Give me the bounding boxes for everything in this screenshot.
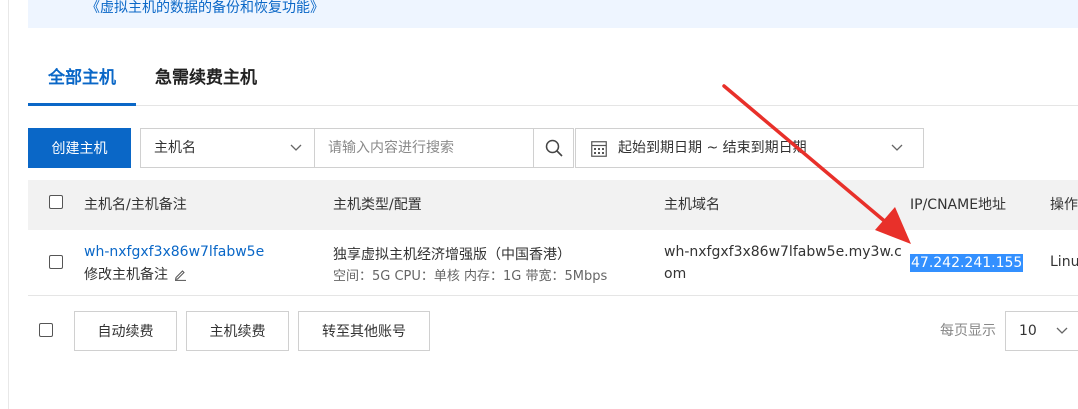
chevron-down-icon <box>290 144 302 151</box>
search-input[interactable] <box>314 128 534 168</box>
search-icon <box>545 139 563 157</box>
edit-remark-label: 修改主机备注 <box>84 267 168 283</box>
tab-bar: 全部主机 急需续费主机 <box>28 58 1078 106</box>
notice-link[interactable]: 《虚拟主机的数据的备份和恢复功能》 <box>86 0 324 16</box>
auto-renew-button[interactable]: 自动续费 <box>74 311 177 351</box>
host-name-link[interactable]: wh-nxfgxf3x86w7lfabw5e <box>84 244 264 260</box>
per-page-label: 每页显示 <box>940 323 996 339</box>
create-host-button[interactable]: 创建主机 <box>28 128 131 168</box>
chevron-down-icon <box>1056 327 1068 334</box>
tab-urgent-renewal[interactable]: 急需续费主机 <box>155 58 257 106</box>
header-actions: 操作 <box>1050 197 1078 213</box>
transfer-account-button[interactable]: 转至其他账号 <box>298 311 430 351</box>
table-header: 主机名/主机备注 主机类型/配置 主机域名 IP/CNAME地址 操作 <box>28 180 1078 230</box>
tab-all-hosts[interactable]: 全部主机 <box>28 58 136 106</box>
search-button[interactable] <box>533 128 574 168</box>
date-range-value: 起始到期日期 ~ 结束到期日期 <box>618 140 807 156</box>
header-host-type: 主机类型/配置 <box>333 197 422 213</box>
edit-icon <box>174 270 186 281</box>
filter-field-value: 主机名 <box>154 140 196 156</box>
filter-field-select[interactable]: 主机名 <box>140 128 315 168</box>
per-page-select[interactable]: 10 <box>1005 311 1078 351</box>
left-divider <box>8 0 9 409</box>
footer-select-all-checkbox[interactable] <box>39 323 53 337</box>
notice-banner: 《虚拟主机的数据的备份和恢复功能》 <box>28 0 1078 28</box>
table-footer: 自动续费 主机续费 转至其他账号 每页显示 10 <box>28 311 1078 351</box>
host-renew-button[interactable]: 主机续费 <box>186 311 289 351</box>
expiry-date-range-picker[interactable]: 起始到期日期 ~ 结束到期日期 <box>575 128 924 168</box>
chevron-down-icon <box>891 144 903 151</box>
edit-remark-link[interactable]: 修改主机备注 <box>84 264 187 284</box>
row-checkbox[interactable] <box>49 255 63 269</box>
calendar-icon <box>591 141 607 157</box>
host-domain-line2: om <box>664 266 687 282</box>
host-os: Linux <box>1050 254 1078 270</box>
table-row: wh-nxfgxf3x86w7lfabw5e 修改主机备注 独享虚拟主机经济增强… <box>28 230 1078 296</box>
per-page-value: 10 <box>1019 323 1037 339</box>
host-type: 独享虚拟主机经济增强版（中国香港） <box>333 247 571 263</box>
host-domain-line1: wh-nxfgxf3x86w7lfabw5e.my3w.c <box>664 244 902 260</box>
header-host-domain: 主机域名 <box>664 197 720 213</box>
header-ip-cname: IP/CNAME地址 <box>910 197 1007 213</box>
host-config: 空间：5G CPU：单核 内存：1G 带宽：5Mbps <box>333 269 608 284</box>
header-host-name: 主机名/主机备注 <box>84 197 187 213</box>
select-all-checkbox[interactable] <box>49 195 63 209</box>
ip-address-selected[interactable]: 47.242.241.155 <box>910 254 1024 272</box>
